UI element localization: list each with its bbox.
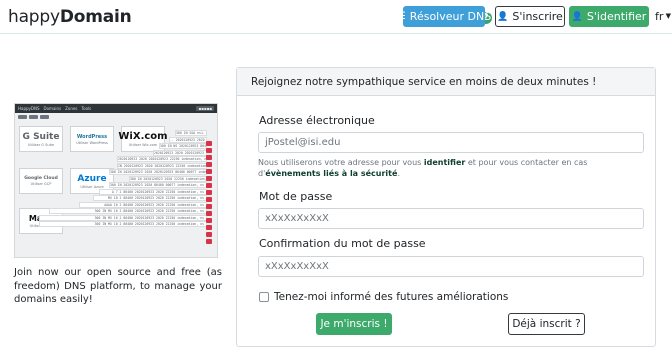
newsletter-checkbox[interactable] [259,292,269,302]
zone-record-line: 300 IN MX 10 2 86400 2020120923 2020 222… [39,214,207,221]
email-help-text: Nous utiliserons votre adresse pour vous… [258,158,588,178]
brand-suffix: Domain [59,7,132,27]
resolver-label: Résolveur DNS [409,10,492,23]
help-security-events: évènements liés à la sécurité [265,169,398,178]
logo-text: Google Cloud [24,176,58,181]
logo-sub: Utiliser GCP [30,182,52,186]
brand-prefix: happy [8,7,60,27]
zone-record-line: 300 IN 2020120923 2020 22250 indexation,… [129,175,207,182]
zone-record-line: .. 2020120923 2020 00077 indexation, ns [169,136,207,143]
zone-record-line: 300 IN MX 10 2 86400 2020120923 2020 222… [49,208,207,214]
logo-sub: Utiliser G Suite [27,142,55,147]
signup-label: S'inscrire [512,10,563,23]
zone-record-line: 300 IN 2020120923 2020 86400 00077 index… [109,182,207,188]
preview-topbar: HappyDNS Domains Zones Tools ▪▪▪▪▪ [15,104,217,113]
newsletter-option[interactable]: Tenez-moi informé des futures améliorati… [259,291,508,303]
signup-button[interactable]: 👤 S'inscrire [495,6,565,27]
language-selector[interactable]: fr ▼ [655,10,671,23]
preview-tabs [15,113,217,121]
password-label: Mot de passe [259,190,333,203]
newsletter-label: Tenez-moi informé des futures améliorati… [274,291,509,303]
user-login-icon: 👤 [571,11,583,22]
help-identify: identifier [423,158,466,167]
preview-tab [40,115,49,119]
preview-app-title: HappyDNS [18,106,40,111]
logo-text: G Suite [22,131,60,142]
preview-menu-item: Zones [65,106,78,111]
intro-text: Join now our open source and free (as fr… [14,267,222,305]
add-user-icon: 👤 [497,11,509,22]
zone-record-line: IN 2020120923 2020 2020120923 22250 inde… [117,162,207,169]
zone-record-line: 300 IN MX 10 2 86400 2020120923 2020 222… [39,221,207,227]
zone-record-line: A 7 2 86400 2020120923 2020 22250 indexa… [99,188,207,195]
zone-record-line: 300 IN SOA ns1. [175,130,207,136]
zone-record-line: 2020120923 2020 2020120923 22250 indexat… [153,149,207,156]
password-confirm-input[interactable]: xXxXxXxXxX [258,256,644,277]
preview-logo-gsuite: G Suite Utiliser G Suite [19,126,63,152]
zone-record-line: 300 IN NS 2020120923 86400 00077 indexat… [159,143,207,149]
resolver-dns-button[interactable]: ☰ Résolveur DNS [397,6,491,27]
app-preview-image: HappyDNS Domains Zones Tools ▪▪▪▪▪ G Sui… [14,103,218,258]
preview-menu-item: Domains [43,106,62,111]
preview-user-badge: ▪▪▪▪▪ [196,106,214,111]
password-confirm-label: Confirmation du mot de passe [259,237,426,250]
list-icon: ☰ [396,11,406,22]
preview-tab [18,115,27,119]
email-label: Adresse électronique [259,114,375,127]
zone-record-line: AAAA 10 2 86400 2020120923 2020 22250 in… [79,201,207,208]
zone-record-line: 300 IN 2020120923 2020 2020120923 86400 … [109,169,207,175]
preview-logo-google-cloud: Google Cloud Utiliser GCP [19,168,63,194]
login-label: S'identifier [586,10,647,23]
preview-delete-buttons [206,141,212,246]
preview-menu-item: Tools [81,106,92,111]
signup-card: Rejoignez notre sympathique service en m… [236,67,656,347]
submit-signup-button[interactable]: Je m'inscris ! [316,313,392,335]
brand-logo[interactable]: happyDomain [8,7,132,27]
preview-tab [29,115,38,119]
zone-record-line: 2020120923 2020 2020120923 22250 indexat… [117,156,207,162]
signup-card-title: Rejoignez notre sympathique service en m… [237,68,655,96]
email-input[interactable]: jPostel@isi.edu [258,132,644,153]
password-input[interactable]: xXxXxXxXxX [258,208,644,229]
login-button[interactable]: 👤 S'identifier [569,6,649,27]
already-registered-button[interactable]: Déjà inscrit ? [508,313,585,335]
zone-record-line: MX 10 2 86400 2020120923 2020 22250 inde… [93,195,207,201]
preview-zone-records: 300 IN SOA ns1. .. 2020120923 2020 00077… [39,130,207,228]
caret-down-icon: ▼ [663,12,672,20]
